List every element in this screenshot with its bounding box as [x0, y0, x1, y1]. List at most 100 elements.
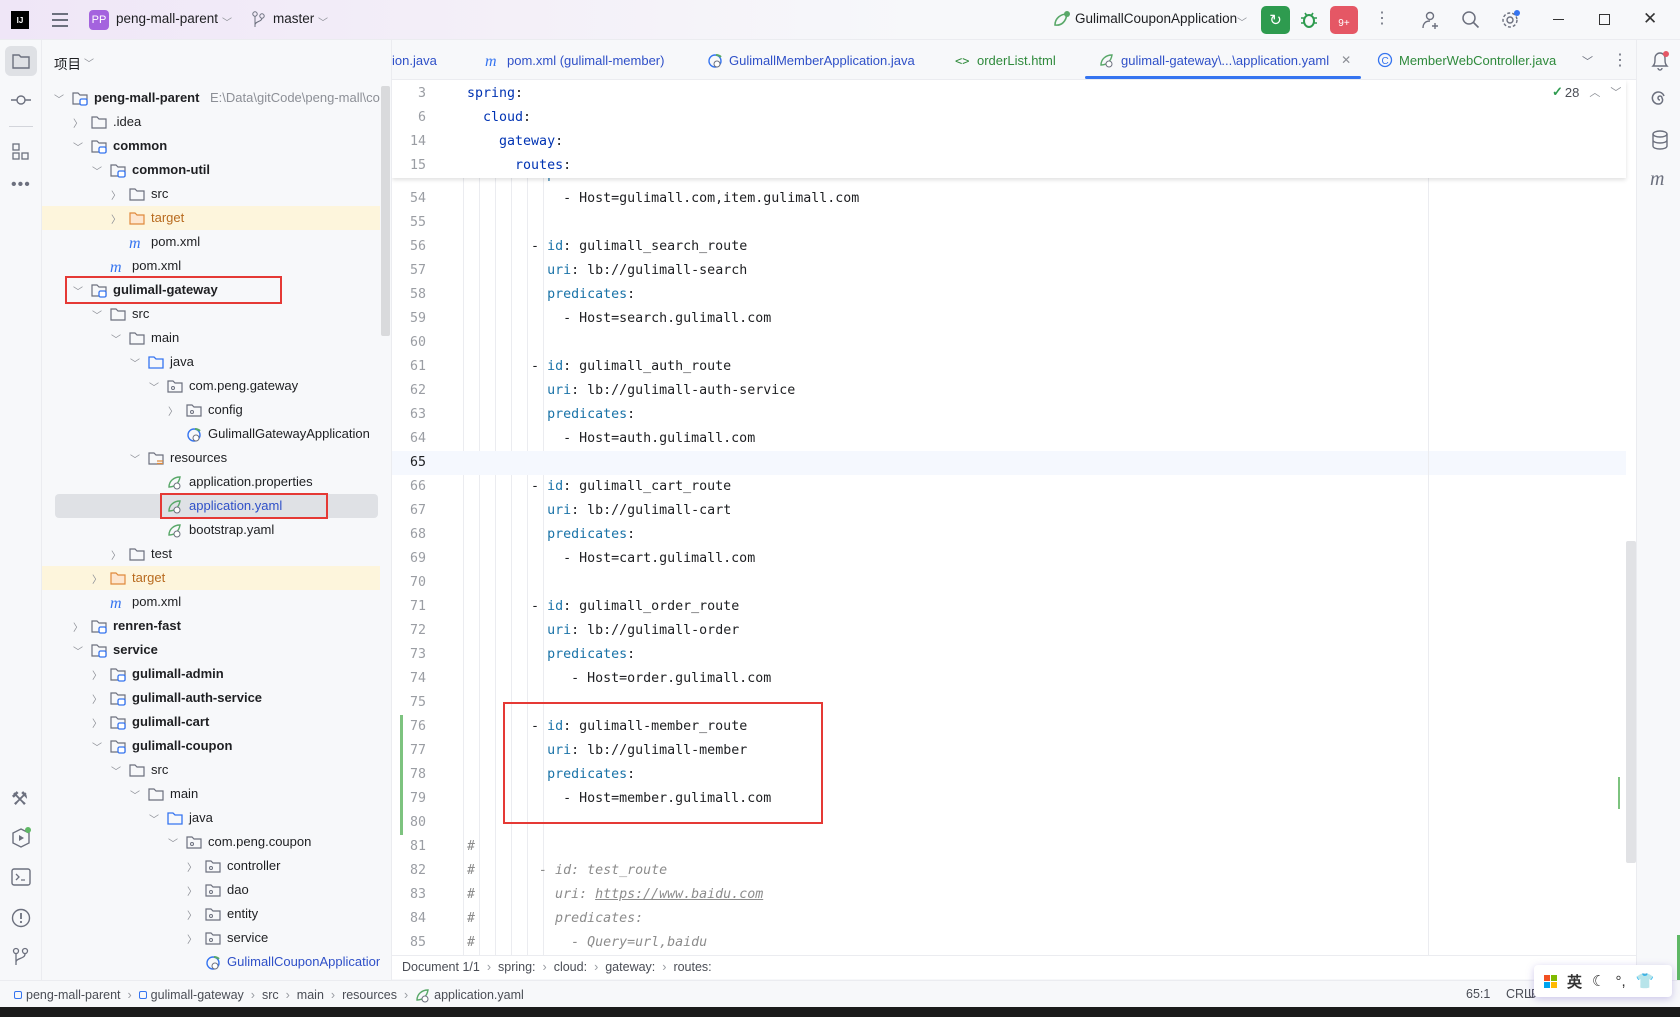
editor-scrollbar[interactable]	[1626, 541, 1636, 863]
chevron-down-icon[interactable]: ﹀	[222, 14, 232, 29]
tree-scrollbar[interactable]	[381, 86, 390, 336]
chevron-down-icon[interactable]: ﹀	[73, 139, 85, 154]
branch-name[interactable]: master	[273, 11, 314, 26]
breadcrumb-item[interactable]: gateway:	[605, 960, 655, 974]
tree-item[interactable]: bootstrap.yaml	[42, 518, 380, 542]
status-path-item[interactable]: resources	[342, 988, 397, 1002]
moon-icon[interactable]: ☾	[1592, 972, 1605, 990]
code-line[interactable]: 84 # predicates:	[392, 907, 1626, 931]
chevron-down-icon[interactable]: ﹀	[84, 55, 94, 70]
close-window-button[interactable]: ✕	[1643, 9, 1657, 29]
intellij-logo-icon[interactable]: IJ	[11, 11, 29, 29]
code-line[interactable]: 57 uri: lb://gulimall-search	[392, 259, 1626, 283]
code-line[interactable]: 63 predicates:	[392, 403, 1626, 427]
more-actions-icon[interactable]: ⋮	[1374, 8, 1390, 28]
search-icon[interactable]	[1461, 10, 1481, 30]
code-line[interactable]: 82 # - id: test_route	[392, 859, 1626, 883]
chevron-down-icon[interactable]: ﹀	[92, 307, 104, 322]
tree-item[interactable]: GulimallGatewayApplication	[42, 422, 380, 446]
debug-icon[interactable]	[1299, 10, 1319, 30]
add-user-icon[interactable]	[1421, 10, 1441, 30]
tree-item[interactable]: 〉 controller	[42, 854, 380, 878]
tree-item[interactable]: 〉 renren-fast	[42, 614, 380, 638]
tree-item[interactable]: 〉 gulimall-admin	[42, 662, 380, 686]
tree-item[interactable]: ﹀ com.peng.coupon	[42, 830, 380, 854]
chevron-down-icon[interactable]: ﹀	[318, 14, 328, 29]
running-processes-button[interactable]: 9+	[1330, 6, 1358, 34]
problems-icon[interactable]	[11, 908, 31, 928]
tree-item[interactable]: ﹀ main	[42, 326, 380, 350]
chevron-down-icon[interactable]: ﹀	[111, 763, 123, 778]
chevron-right-icon[interactable]: 〉	[111, 211, 123, 226]
code-line[interactable]: 58 predicates:	[392, 283, 1626, 307]
code-line[interactable]: 73 predicates:	[392, 643, 1626, 667]
terminal-icon[interactable]	[11, 868, 31, 886]
database-icon[interactable]	[1651, 130, 1669, 150]
tree-item[interactable]: 〉 gulimall-cart	[42, 710, 380, 734]
tree-item[interactable]: ﹀ resources	[42, 446, 380, 470]
chevron-right-icon[interactable]: 〉	[92, 715, 104, 730]
chevron-right-icon[interactable]: 〉	[92, 571, 104, 586]
chevron-right-icon[interactable]: 〉	[187, 883, 199, 898]
tab-5[interactable]: gulimall-gateway\...\application.yaml ✕	[1099, 40, 1351, 80]
chevron-right-icon[interactable]: 〉	[187, 859, 199, 874]
tree-item[interactable]: ﹀ common-util	[42, 158, 380, 182]
tab-list-chevron-icon[interactable]: ﹀	[1582, 53, 1593, 69]
tree-item[interactable]: 〉 service	[42, 926, 380, 950]
tree-item[interactable]: ﹀ com.peng.gateway	[42, 374, 380, 398]
code-line[interactable]: 70	[392, 571, 1626, 595]
status-path-item[interactable]: application.yaml	[434, 988, 524, 1002]
chevron-down-icon[interactable]: ﹀	[130, 355, 142, 370]
tree-item[interactable]: 〉 test	[42, 542, 380, 566]
chevron-down-icon[interactable]: ﹀	[54, 91, 66, 106]
project-panel-title[interactable]: 项目	[54, 53, 81, 73]
build-hammer-icon[interactable]: ⚒	[11, 788, 28, 811]
breadcrumb-item[interactable]: spring:	[498, 960, 536, 974]
tree-item[interactable]: ﹀ src	[42, 758, 380, 782]
tree-item[interactable]: application.properties	[42, 470, 380, 494]
previous-highlight-icon[interactable]: ︿	[1589, 84, 1600, 100]
rerun-button[interactable]: ↻	[1261, 6, 1290, 34]
run-configuration[interactable]: GulimallCouponApplication	[1075, 11, 1237, 26]
main-menu-icon[interactable]	[52, 13, 68, 27]
tree-item[interactable]: ﹀ common	[42, 134, 380, 158]
chevron-right-icon[interactable]: 〉	[73, 619, 85, 634]
code-line[interactable]: 74 - Host=order.gulimall.com	[392, 667, 1626, 691]
code-line[interactable]: 72 uri: lb://gulimall-order	[392, 619, 1626, 643]
chevron-right-icon[interactable]: 〉	[92, 691, 104, 706]
tree-item[interactable]: ﹀ gulimall-coupon	[42, 734, 380, 758]
status-path-item[interactable]: gulimall-gateway	[151, 988, 244, 1002]
code-line[interactable]: 59 - Host=search.gulimall.com	[392, 307, 1626, 331]
code-line[interactable]: 67 uri: lb://gulimall-cart	[392, 499, 1626, 523]
ime-language[interactable]: 英	[1567, 971, 1582, 992]
ai-assistant-spiral-icon[interactable]	[1650, 90, 1670, 110]
chevron-down-icon[interactable]: ﹀	[149, 811, 161, 826]
url-link[interactable]: https://www.baidu.com	[595, 887, 763, 902]
chevron-right-icon[interactable]: 〉	[168, 403, 180, 418]
tree-item[interactable]: 〉 src	[42, 182, 380, 206]
tree-item[interactable]: ﹀ src	[42, 302, 380, 326]
chevron-down-icon[interactable]: ﹀	[149, 379, 161, 394]
breadcrumb-item[interactable]: routes:	[673, 960, 711, 974]
structure-icon[interactable]	[12, 143, 30, 161]
tree-item[interactable]: 〉 dao	[42, 878, 380, 902]
tab-1[interactable]: ion.java	[392, 40, 437, 80]
breadcrumb-item[interactable]: cloud:	[554, 960, 587, 974]
code-line[interactable]: 56 - id: gulimall_search_route	[392, 235, 1626, 259]
code-line[interactable]: 64 - Host=auth.gulimall.com	[392, 427, 1626, 451]
code-line[interactable]: 66 - id: gulimall_cart_route	[392, 475, 1626, 499]
sticky-line[interactable]: 14 gateway:	[392, 130, 1626, 154]
chevron-down-icon[interactable]: ﹀	[168, 835, 180, 850]
chevron-down-icon[interactable]: ﹀	[1237, 14, 1247, 29]
tree-item[interactable]: 〉 config	[42, 398, 380, 422]
code-line[interactable]: 83 # uri: https://www.baidu.com	[392, 883, 1626, 907]
chevron-right-icon[interactable]: 〉	[92, 667, 104, 682]
code-line[interactable]: 60	[392, 331, 1626, 355]
code-line[interactable]: 71 - id: gulimall_order_route	[392, 595, 1626, 619]
tree-item[interactable]: 〉 entity	[42, 902, 380, 926]
tree-item[interactable]: m pom.xml	[42, 254, 380, 278]
chevron-right-icon[interactable]: 〉	[187, 931, 199, 946]
code-line[interactable]: 85 # - Query=url,baidu	[392, 931, 1626, 955]
tab-6[interactable]: C MemberWebController.java	[1377, 40, 1556, 80]
run-services-icon[interactable]	[10, 827, 32, 849]
